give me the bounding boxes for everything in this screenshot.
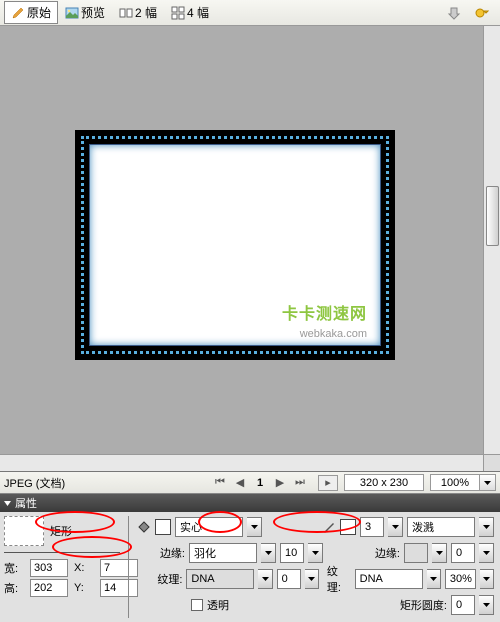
watermark-sub: webkaka.com [300, 328, 367, 340]
edge-amount-input[interactable]: 10 [280, 543, 304, 563]
tab-preview-label: 预览 [81, 4, 105, 21]
properties-title: 属性 [15, 495, 37, 511]
texture-label-r: 纹理: [327, 563, 351, 595]
texture-val-btn-r[interactable] [480, 569, 494, 589]
two-up-icon [119, 6, 133, 20]
tab-four-up[interactable]: 4 幅 [164, 1, 216, 24]
edge-amount-btn[interactable] [308, 543, 323, 563]
tab-original[interactable]: 原始 [4, 1, 58, 24]
stroke-edge-dropdown[interactable] [432, 543, 447, 563]
texture-val-btn-l[interactable] [305, 569, 319, 589]
properties-panel-header[interactable]: 属性 [0, 494, 500, 512]
status-zoom: 100% [430, 474, 480, 491]
texture-dropdown-r[interactable] [427, 569, 441, 589]
tab-two-up-label: 2 幅 [135, 4, 157, 21]
stroke-width-input[interactable]: 3 [360, 517, 384, 537]
watermark-text: 卡卡测速网 [282, 300, 367, 324]
nav-next[interactable]: ▶ [270, 475, 290, 491]
y-label: Y: [74, 582, 98, 594]
texture-combo-r[interactable]: DNA [355, 569, 423, 589]
triangle-down-icon [4, 500, 11, 507]
texture-label-l: 纹理: [137, 571, 182, 587]
stroke-width-btn[interactable] [388, 517, 403, 537]
stroke-edge-val-btn[interactable] [479, 543, 494, 563]
scroll-corner [483, 454, 500, 471]
stroke-edge-combo[interactable] [404, 543, 428, 563]
stroke-edge-val[interactable]: 0 [451, 543, 475, 563]
status-format: JPEG (文档) [4, 475, 65, 491]
edge-label: 边缘: [137, 545, 185, 561]
width-input[interactable] [30, 559, 68, 577]
shape-thumbnail [4, 516, 44, 546]
nav-prev[interactable]: ◀ [230, 475, 250, 491]
texture-val-l[interactable]: 0 [277, 569, 301, 589]
roundness-label: 矩形圆度: [400, 597, 447, 613]
nav-page: 1 [250, 475, 270, 491]
canvas-area[interactable]: 卡卡测速网 webkaka.com [0, 26, 500, 472]
height-input[interactable] [30, 579, 68, 597]
width-label: 宽: [4, 560, 28, 576]
fill-color-swatch[interactable] [155, 519, 171, 535]
transparent-label: 透明 [207, 597, 229, 613]
stroke-edge-label: 边缘: [375, 545, 400, 561]
texture-val-r[interactable]: 30% [445, 569, 476, 589]
horizontal-scrollbar[interactable] [0, 454, 483, 471]
zoom-dropdown[interactable] [480, 474, 496, 491]
page-menu[interactable]: ▸ [318, 475, 338, 491]
edge-type-dropdown[interactable] [261, 543, 276, 563]
shape-type-label: 矩形 [50, 523, 72, 539]
wizard-icon [475, 6, 489, 20]
stroke-color-swatch[interactable] [340, 519, 356, 535]
tab-four-up-label: 4 幅 [187, 4, 209, 21]
settings-button[interactable] [468, 3, 496, 23]
roundness-input[interactable]: 0 [451, 595, 475, 615]
stroke-icon [322, 520, 336, 534]
tab-two-up[interactable]: 2 幅 [112, 1, 164, 24]
texture-dropdown-l[interactable] [258, 569, 272, 589]
image-icon [65, 6, 79, 20]
height-label: 高: [4, 580, 28, 596]
pencil-icon [11, 6, 25, 20]
x-label: X: [74, 562, 98, 574]
x-input[interactable] [100, 559, 138, 577]
export-button[interactable] [440, 3, 468, 23]
nav-first[interactable]: ⏮ [210, 475, 230, 491]
roundness-btn[interactable] [479, 595, 494, 615]
tab-preview[interactable]: 预览 [58, 1, 112, 24]
stroke-type-combo[interactable]: 泼溅 [407, 517, 475, 537]
edge-type-combo[interactable]: 羽化 [189, 543, 257, 563]
vertical-scrollbar[interactable] [483, 26, 500, 471]
y-input[interactable] [100, 579, 138, 597]
four-up-icon [171, 6, 185, 20]
transparent-checkbox[interactable] [191, 599, 203, 611]
tab-original-label: 原始 [27, 4, 51, 21]
status-dimensions: 320 x 230 [344, 474, 424, 491]
nav-last[interactable]: ⏭ [290, 475, 310, 491]
texture-combo-l[interactable]: DNA [186, 569, 254, 589]
image-preview: 卡卡测速网 webkaka.com [75, 130, 395, 360]
fill-type-combo[interactable]: 实心 [175, 517, 243, 537]
stroke-type-dropdown[interactable] [479, 517, 494, 537]
fill-icon [137, 520, 151, 534]
export-icon [447, 6, 461, 20]
fill-type-dropdown[interactable] [247, 517, 262, 537]
